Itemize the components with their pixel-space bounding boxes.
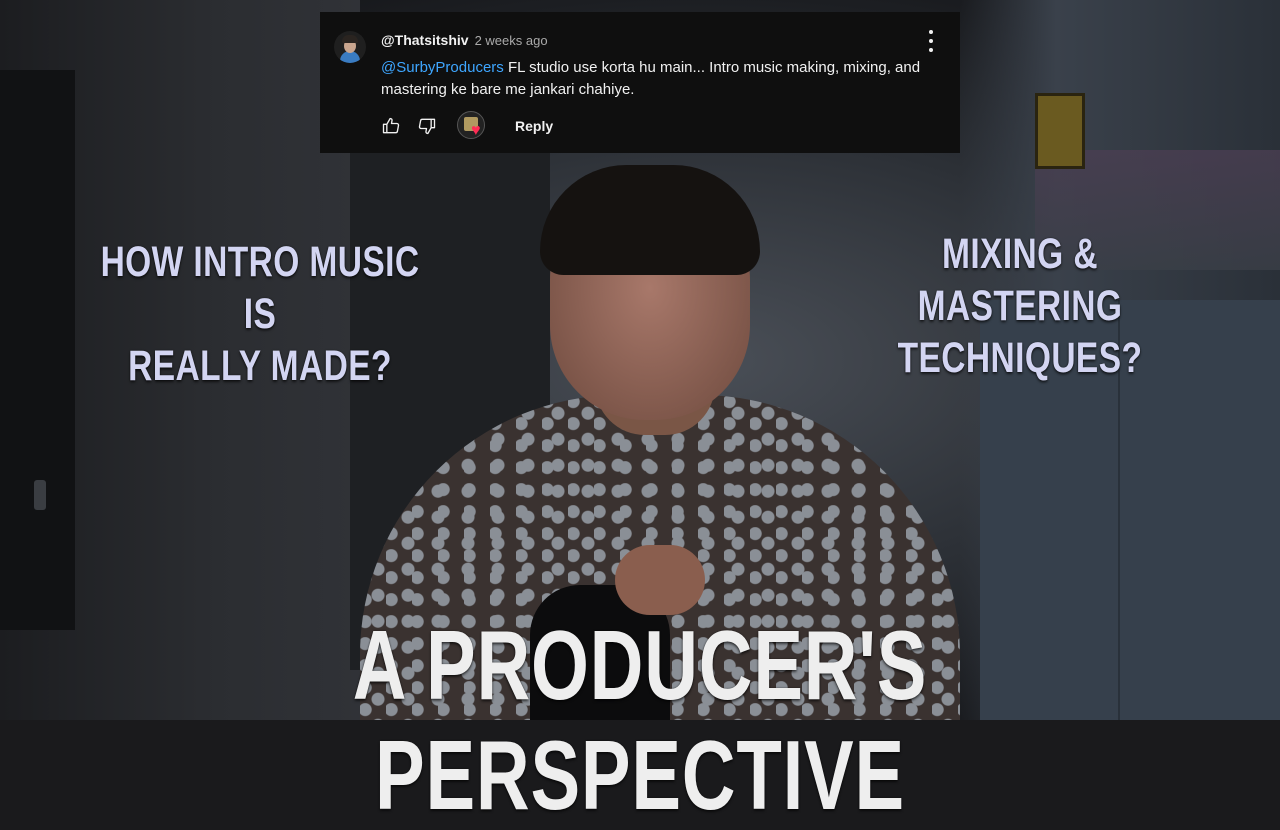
caption-left-line1: HOW INTRO MUSIC IS: [100, 238, 420, 338]
caption-mixing-mastering: MIXING & MASTERING TECHNIQUES?: [841, 228, 1200, 384]
thumbs-down-icon[interactable]: [417, 116, 437, 136]
caption-right-line1: MIXING & MASTERING: [917, 230, 1123, 330]
comment-timestamp[interactable]: 2 weeks ago: [475, 33, 548, 48]
comment-mention[interactable]: @SurbyProducers: [381, 59, 504, 76]
background-door: [0, 70, 75, 630]
presenter-hands: [615, 545, 705, 615]
comment-username[interactable]: @Thatsitshiv: [381, 32, 469, 48]
comment-meta: @Thatsitshiv 2 weeks ago: [381, 32, 548, 48]
caption-producer-perspective: A PRODUCER'S PERSPECTIVE: [352, 610, 928, 830]
user-avatar[interactable]: [334, 31, 366, 63]
caption-right-line2: TECHNIQUES?: [897, 334, 1143, 382]
thumbs-up-icon[interactable]: [381, 116, 401, 136]
caption-left-line2: REALLY MADE?: [128, 342, 392, 390]
youtube-comment-card: @Thatsitshiv 2 weeks ago @SurbyProducers …: [320, 12, 960, 153]
more-vert-icon[interactable]: [928, 30, 934, 52]
presenter-hair: [540, 165, 760, 275]
door-handle: [34, 480, 46, 510]
reply-button[interactable]: Reply: [515, 118, 553, 134]
avatar-hair: [342, 35, 358, 43]
comment-text: @SurbyProducers FL studio use korta hu m…: [381, 57, 951, 101]
caption-intro-music: HOW INTRO MUSIC IS REALLY MADE?: [81, 236, 440, 392]
background-picture-frame: [1035, 93, 1085, 169]
heart-icon: ♥: [471, 122, 481, 139]
comment-actions: ♥ Reply: [381, 111, 553, 141]
creator-heart-badge: ♥: [457, 111, 487, 141]
